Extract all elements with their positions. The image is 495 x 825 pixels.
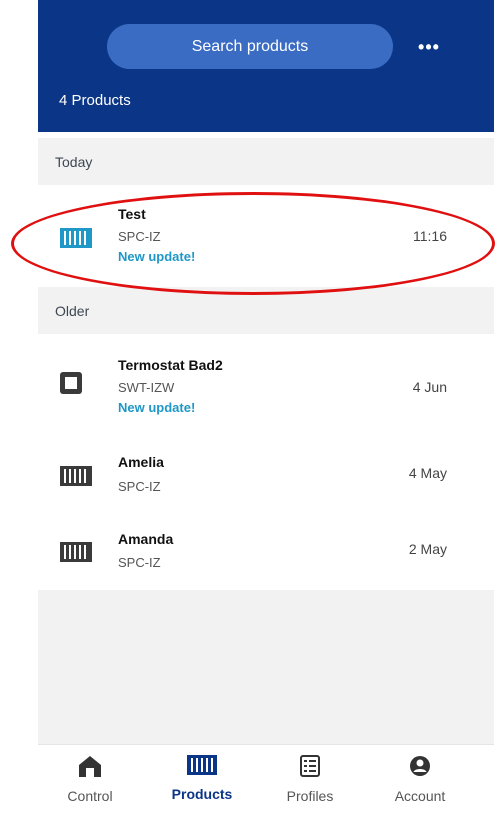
update-badge: New update!: [118, 249, 196, 264]
bottom-navigation: Control Products Profiles Account: [38, 744, 494, 825]
product-timestamp: 2 May: [408, 541, 447, 557]
nav-item-products[interactable]: Products: [154, 755, 250, 802]
product-name: Test: [118, 206, 146, 222]
thermostat-icon: [60, 372, 82, 399]
radiator-icon: [60, 466, 92, 491]
product-row-amelia[interactable]: Amelia SPC-IZ 4 May: [38, 441, 494, 511]
empty-list-area: [38, 590, 494, 744]
section-header-today: Today: [38, 138, 494, 185]
product-count: 4 Products: [59, 92, 131, 109]
product-name: Amelia: [118, 454, 164, 470]
product-timestamp: 4 Jun: [412, 379, 447, 395]
profiles-icon: [300, 755, 320, 780]
app-header: Search products ••• 4 Products: [38, 0, 494, 132]
home-icon: [78, 755, 102, 780]
nav-label: Account: [394, 788, 446, 804]
products-screen: Search products ••• 4 Products Today Tes…: [11, 0, 495, 825]
section-label: Today: [55, 153, 93, 170]
product-name: Termostat Bad2: [118, 357, 223, 373]
product-row-amanda[interactable]: Amanda SPC-IZ 2 May: [38, 517, 494, 587]
product-timestamp: 11:16: [413, 228, 447, 244]
nav-item-profiles[interactable]: Profiles: [262, 755, 358, 804]
search-label: Search products: [191, 37, 309, 55]
radiator-icon: [187, 755, 217, 778]
update-badge: New update!: [118, 400, 196, 415]
product-row-termostat-bad2[interactable]: Termostat Bad2 SWT-IZW New update! 4 Jun: [38, 342, 494, 434]
nav-label: Control: [67, 788, 113, 804]
nav-label: Products: [171, 786, 233, 802]
product-timestamp: 4 May: [408, 465, 447, 481]
product-row-test[interactable]: Test SPC-IZ New update! 11:16: [38, 192, 494, 284]
nav-item-account[interactable]: Account: [372, 755, 468, 804]
product-model: SPC-IZ: [118, 479, 161, 494]
more-icon: •••: [418, 36, 440, 57]
account-icon: [409, 755, 431, 780]
section-label: Older: [55, 302, 90, 319]
radiator-icon: [60, 542, 92, 567]
radiator-icon: [60, 228, 92, 253]
product-name: Amanda: [118, 531, 174, 547]
more-options-button[interactable]: •••: [412, 30, 446, 64]
nav-label: Profiles: [286, 788, 334, 804]
product-model: SPC-IZ: [118, 555, 161, 570]
nav-item-control[interactable]: Control: [42, 755, 138, 804]
product-model: SWT-IZW: [118, 380, 175, 395]
product-model: SPC-IZ: [118, 229, 161, 244]
search-products-button[interactable]: Search products: [107, 24, 393, 69]
section-header-older: Older: [38, 287, 494, 334]
